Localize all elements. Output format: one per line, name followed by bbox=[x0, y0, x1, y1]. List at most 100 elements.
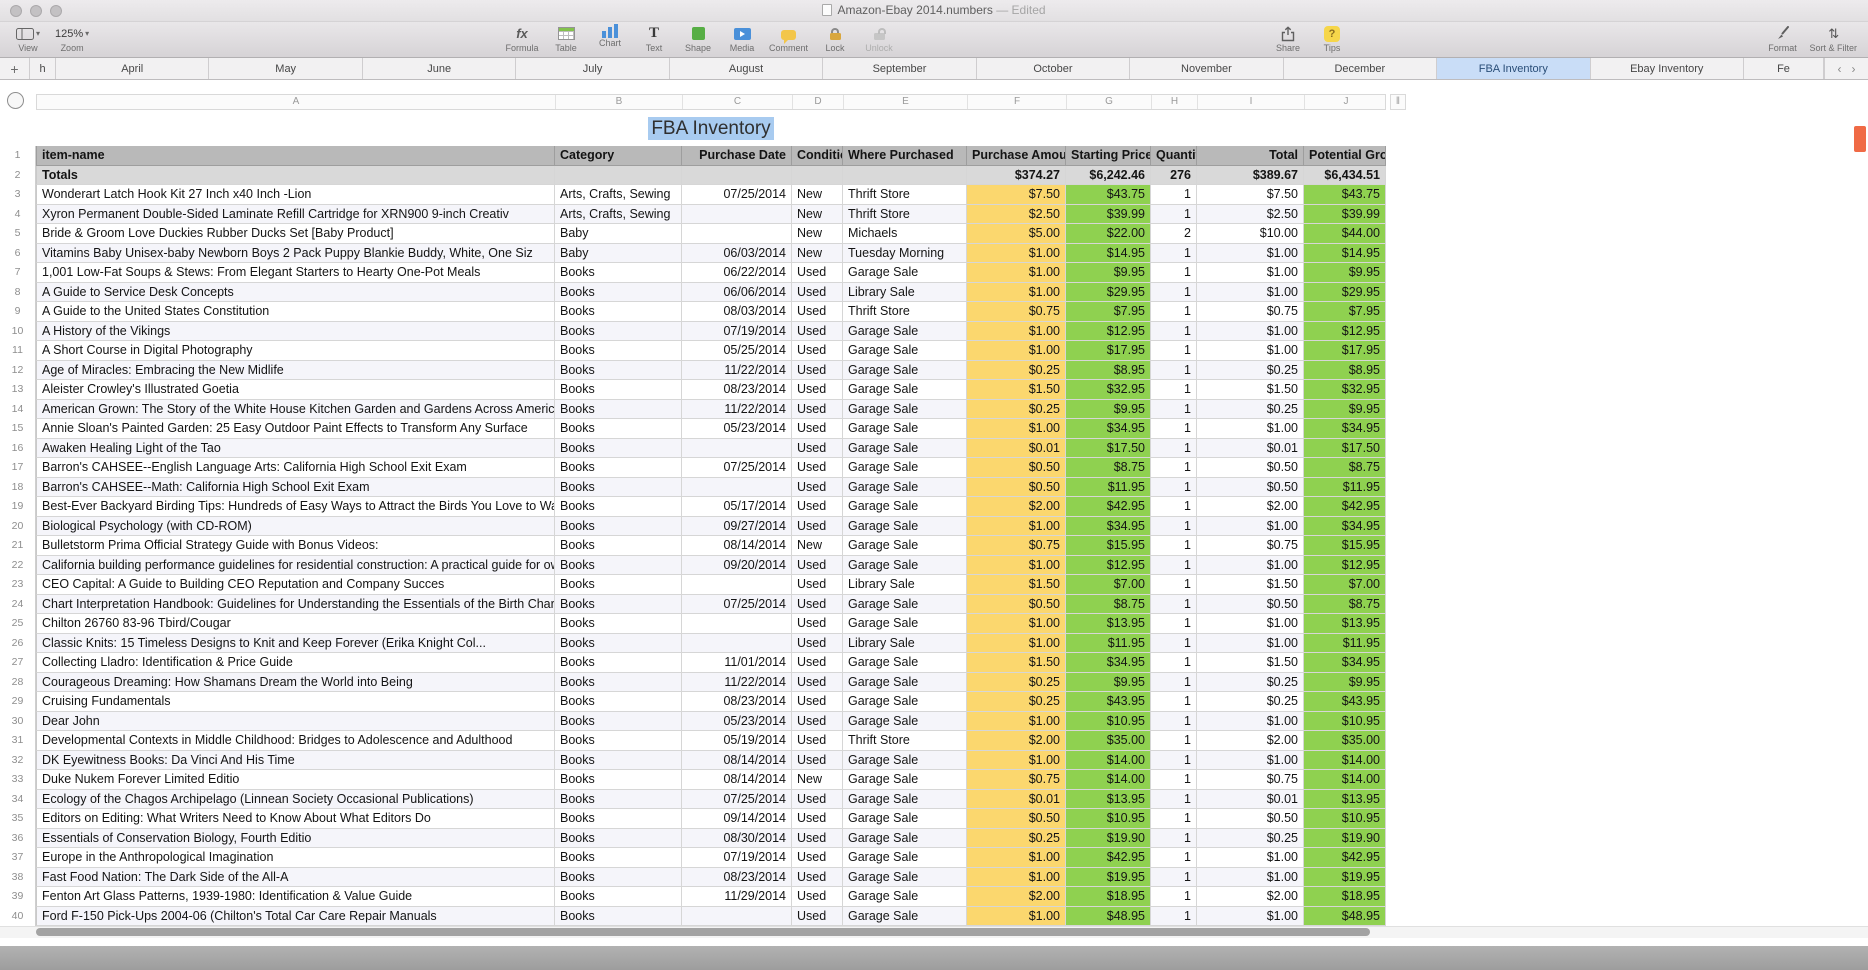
cell-cat[interactable]: Books bbox=[555, 711, 682, 731]
cell-gross[interactable]: $42.95 bbox=[1304, 848, 1386, 868]
cell-name[interactable]: Developmental Contexts in Middle Childho… bbox=[36, 731, 555, 751]
cell-gross[interactable]: $18.95 bbox=[1304, 887, 1386, 907]
totals-quantity[interactable]: 276 bbox=[1151, 165, 1197, 185]
cell-date[interactable]: 09/20/2014 bbox=[682, 555, 792, 575]
cell-amt[interactable]: $1.00 bbox=[967, 867, 1066, 887]
cell-date[interactable]: 07/19/2014 bbox=[682, 848, 792, 868]
cell-qty[interactable]: 1 bbox=[1151, 243, 1197, 263]
totals-gross[interactable]: $6,434.51 bbox=[1304, 165, 1386, 185]
cell-cat[interactable]: Books bbox=[555, 321, 682, 341]
cell-where[interactable]: Garage Sale bbox=[843, 341, 967, 361]
cell-date[interactable]: 06/22/2014 bbox=[682, 263, 792, 283]
view-button[interactable]: ▾ View bbox=[8, 23, 48, 55]
cell-cat[interactable]: Books bbox=[555, 633, 682, 653]
cell-gross[interactable]: $44.00 bbox=[1304, 224, 1386, 244]
cell-cond[interactable]: Used bbox=[792, 887, 843, 907]
cell-cat[interactable]: Books bbox=[555, 867, 682, 887]
row-number[interactable]: 13 bbox=[0, 380, 36, 400]
share-button[interactable]: Share bbox=[1268, 23, 1308, 55]
totals-price[interactable]: $6,242.46 bbox=[1066, 165, 1151, 185]
cell-cat[interactable]: Books bbox=[555, 770, 682, 790]
sheet-tab-fba-inventory[interactable]: FBA Inventory bbox=[1437, 58, 1591, 79]
cell-total[interactable]: $0.75 bbox=[1197, 302, 1304, 322]
row-number[interactable]: 37 bbox=[0, 848, 36, 868]
cell-cond[interactable]: Used bbox=[792, 497, 843, 517]
cell-total[interactable]: $1.00 bbox=[1197, 848, 1304, 868]
sheet-tab-september[interactable]: September bbox=[823, 58, 977, 79]
cell-qty[interactable]: 1 bbox=[1151, 731, 1197, 751]
row-number[interactable]: 25 bbox=[0, 614, 36, 634]
cell-cond[interactable]: New bbox=[792, 204, 843, 224]
cell-where[interactable]: Garage Sale bbox=[843, 887, 967, 907]
cell-price[interactable]: $10.95 bbox=[1066, 809, 1151, 829]
cell-where[interactable]: Library Sale bbox=[843, 575, 967, 595]
cell-cat[interactable]: Arts, Crafts, Sewing bbox=[555, 204, 682, 224]
row-number[interactable]: 6 bbox=[0, 243, 36, 263]
cell-amt[interactable]: $1.00 bbox=[967, 419, 1066, 439]
cell-date[interactable]: 11/22/2014 bbox=[682, 399, 792, 419]
cell-amt[interactable]: $0.75 bbox=[967, 536, 1066, 556]
cell-qty[interactable]: 1 bbox=[1151, 516, 1197, 536]
cell-price[interactable]: $8.75 bbox=[1066, 594, 1151, 614]
row-number[interactable]: 30 bbox=[0, 711, 36, 731]
sheet-tab-july[interactable]: July bbox=[516, 58, 670, 79]
cell-cat[interactable]: Books bbox=[555, 906, 682, 926]
sheet-tab-fe[interactable]: Fe bbox=[1744, 58, 1824, 79]
cell-date[interactable]: 08/30/2014 bbox=[682, 828, 792, 848]
cell-where[interactable]: Garage Sale bbox=[843, 399, 967, 419]
row-number[interactable]: 20 bbox=[0, 516, 36, 536]
cell-cat[interactable]: Books bbox=[555, 555, 682, 575]
cell-qty[interactable]: 1 bbox=[1151, 341, 1197, 361]
column-header-cat[interactable]: Category bbox=[555, 146, 682, 166]
cell-amt[interactable]: $0.25 bbox=[967, 828, 1066, 848]
cell-cond[interactable]: Used bbox=[792, 906, 843, 926]
column-letter-i[interactable]: I bbox=[1198, 95, 1305, 109]
cell-where[interactable]: Garage Sale bbox=[843, 828, 967, 848]
cell-qty[interactable]: 1 bbox=[1151, 809, 1197, 829]
cell-cond[interactable]: Used bbox=[792, 828, 843, 848]
cell-price[interactable]: $42.95 bbox=[1066, 848, 1151, 868]
table-button[interactable]: Table bbox=[546, 23, 586, 55]
cell-cat[interactable]: Books bbox=[555, 399, 682, 419]
cell-price[interactable]: $34.95 bbox=[1066, 653, 1151, 673]
cell-total[interactable]: $0.50 bbox=[1197, 458, 1304, 478]
cell-total[interactable]: $1.00 bbox=[1197, 282, 1304, 302]
totals-amount[interactable]: $374.27 bbox=[967, 165, 1066, 185]
cell-gross[interactable]: $29.95 bbox=[1304, 282, 1386, 302]
cell-qty[interactable]: 1 bbox=[1151, 672, 1197, 692]
column-header-qty[interactable]: Quantity bbox=[1151, 146, 1197, 166]
cell-amt[interactable]: $0.25 bbox=[967, 399, 1066, 419]
cell-cond[interactable]: Used bbox=[792, 341, 843, 361]
cell-gross[interactable]: $42.95 bbox=[1304, 497, 1386, 517]
cell-qty[interactable]: 1 bbox=[1151, 282, 1197, 302]
row-number[interactable]: 17 bbox=[0, 458, 36, 478]
format-button[interactable]: Format bbox=[1762, 23, 1802, 55]
row-number[interactable]: 34 bbox=[0, 789, 36, 809]
cell-qty[interactable]: 1 bbox=[1151, 497, 1197, 517]
cell-cat[interactable]: Baby bbox=[555, 243, 682, 263]
cell-total[interactable]: $0.50 bbox=[1197, 477, 1304, 497]
cell-cond[interactable]: Used bbox=[792, 477, 843, 497]
cell-total[interactable]: $1.00 bbox=[1197, 419, 1304, 439]
cell-qty[interactable]: 1 bbox=[1151, 575, 1197, 595]
cell-price[interactable]: $12.95 bbox=[1066, 321, 1151, 341]
row-number[interactable]: 31 bbox=[0, 731, 36, 751]
column-header-amt[interactable]: Purchase Amount bbox=[967, 146, 1066, 166]
cell-gross[interactable]: $9.95 bbox=[1304, 263, 1386, 283]
cell-price[interactable]: $8.75 bbox=[1066, 458, 1151, 478]
cell-name[interactable]: Editors on Editing: What Writers Need to… bbox=[36, 809, 555, 829]
cell-amt[interactable]: $1.00 bbox=[967, 711, 1066, 731]
cell-total[interactable]: $1.50 bbox=[1197, 575, 1304, 595]
cell-total[interactable]: $1.00 bbox=[1197, 711, 1304, 731]
cell-name[interactable]: Aleister Crowley's Illustrated Goetia bbox=[36, 380, 555, 400]
cell-name[interactable]: Vitamins Baby Unisex-baby Newborn Boys 2… bbox=[36, 243, 555, 263]
column-letter-d[interactable]: D bbox=[793, 95, 844, 109]
cell-where[interactable]: Garage Sale bbox=[843, 419, 967, 439]
cell-where[interactable]: Thrift Store bbox=[843, 204, 967, 224]
totals-label[interactable]: Totals bbox=[36, 165, 555, 185]
cell-name[interactable]: Fenton Art Glass Patterns, 1939-1980: Id… bbox=[36, 887, 555, 907]
row-number[interactable]: 28 bbox=[0, 672, 36, 692]
cell-gross[interactable]: $10.95 bbox=[1304, 809, 1386, 829]
cell-cat[interactable]: Books bbox=[555, 887, 682, 907]
cell-gross[interactable]: $34.95 bbox=[1304, 419, 1386, 439]
